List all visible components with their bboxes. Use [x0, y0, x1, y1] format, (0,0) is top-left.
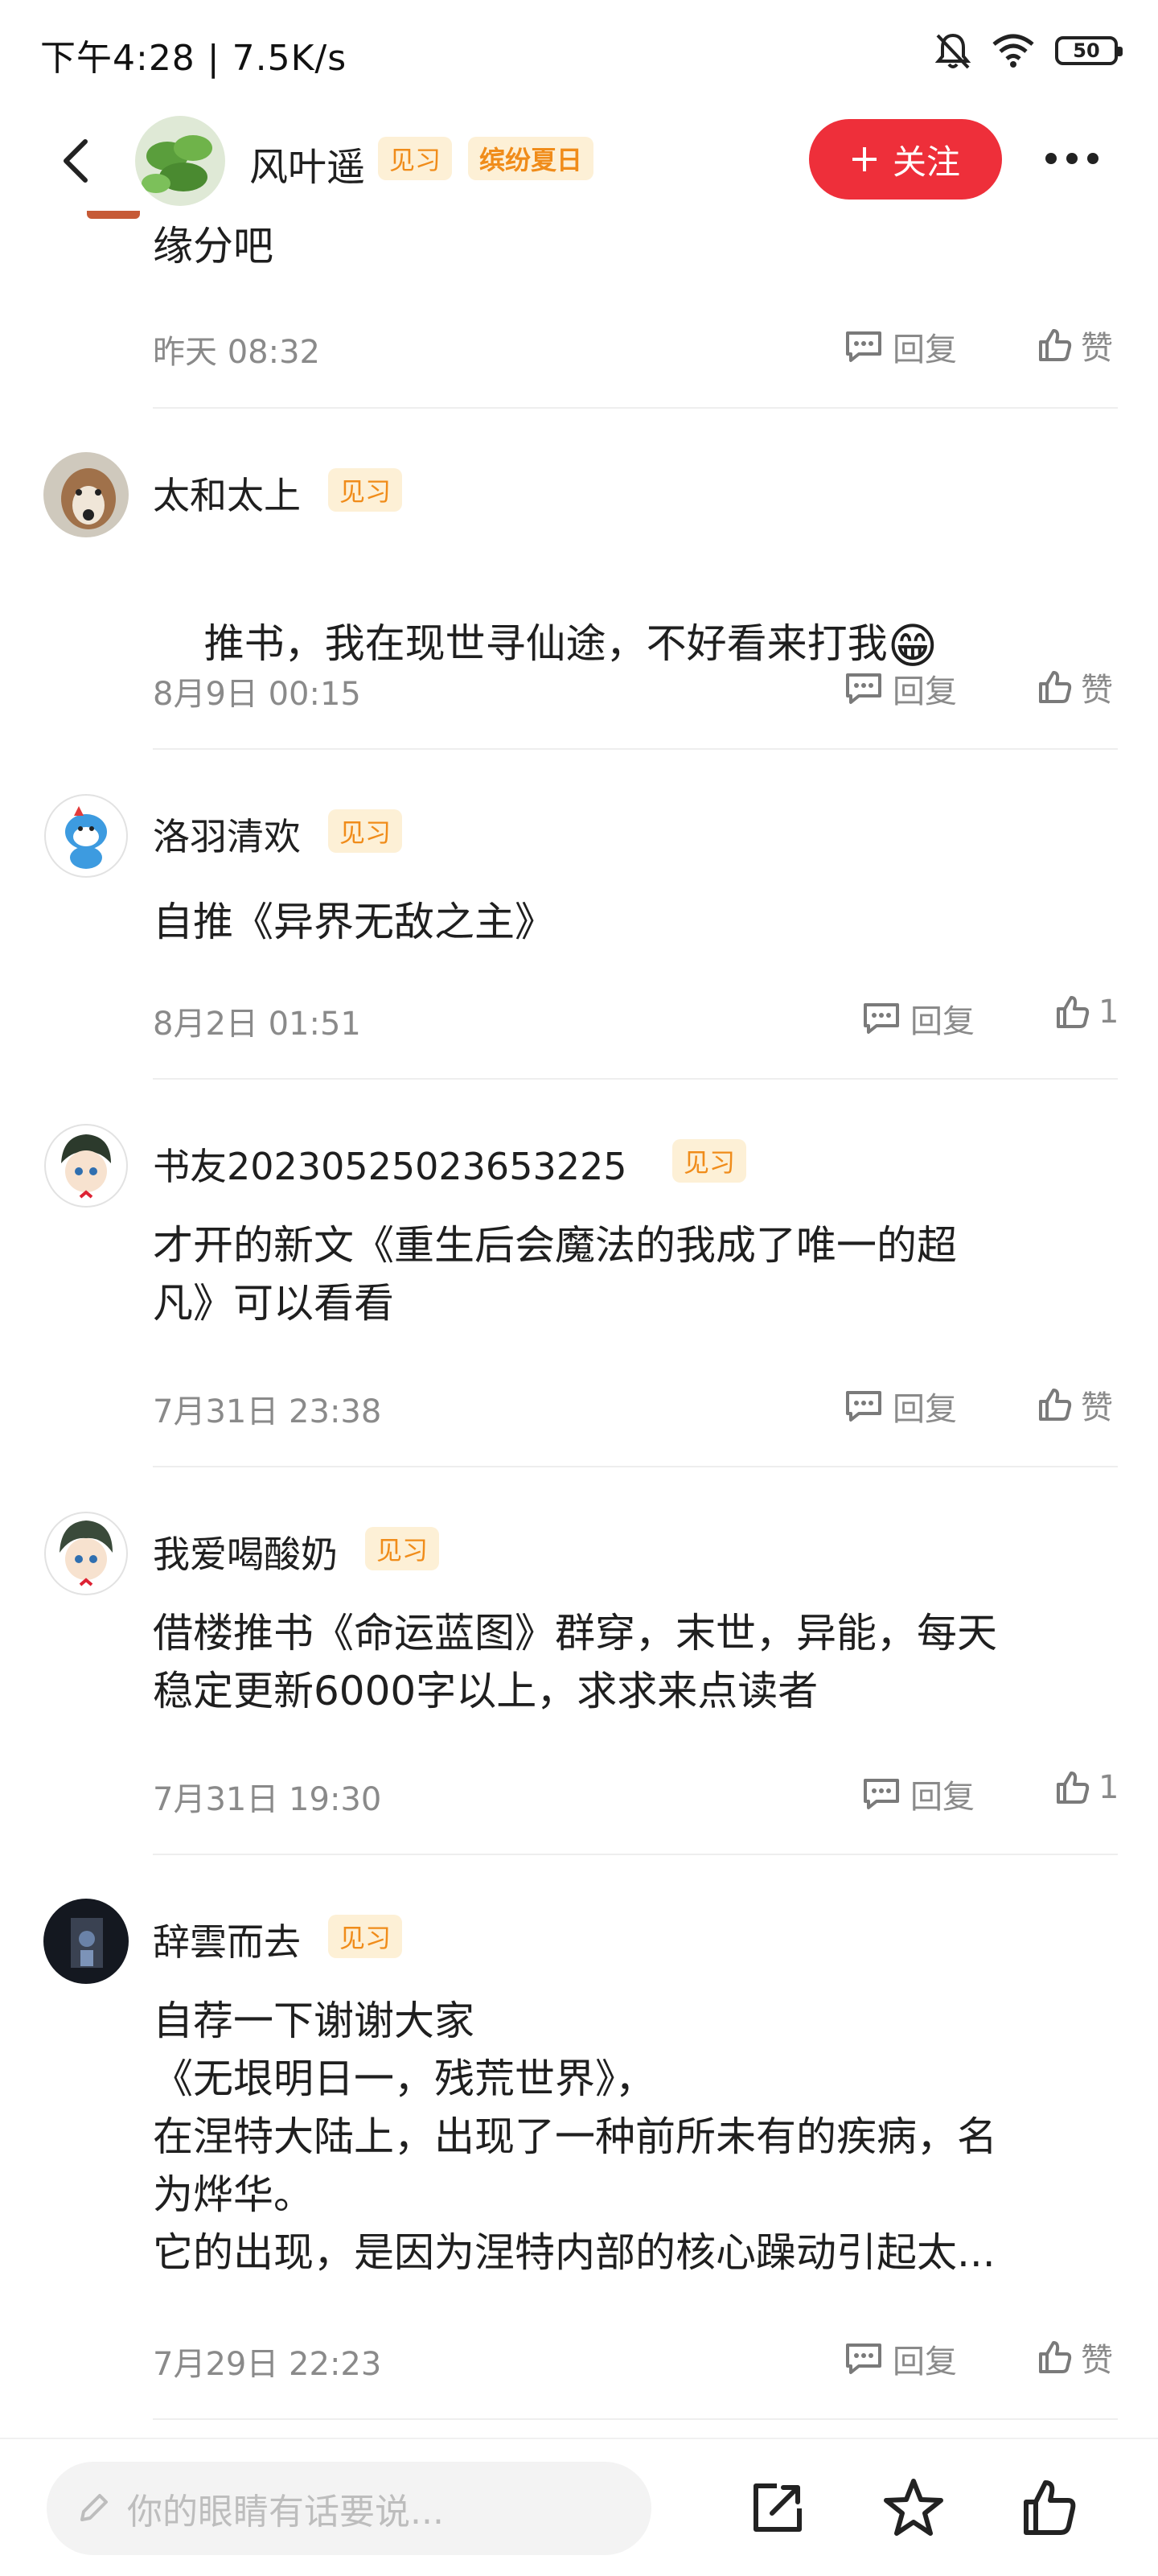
commenter-avatar[interactable] — [43, 452, 129, 537]
like-label: 赞 — [1081, 1389, 1113, 1426]
level-tag: 见习 — [672, 1139, 747, 1183]
wifi-icon — [992, 34, 1034, 68]
comment-input-placeholder: 你的眼睛有话要说... — [127, 2492, 444, 2533]
reply-button[interactable]: 回复 — [844, 1383, 957, 1430]
level-tag: 见习 — [328, 809, 403, 853]
like-count: 1 — [1098, 994, 1119, 1031]
battery-icon: 50 — [1055, 36, 1123, 65]
level-tag: 见习 — [365, 1527, 440, 1570]
divider — [153, 407, 1118, 409]
author-name[interactable]: 风叶遥 — [249, 135, 365, 191]
status-time-speed: 下午4:28 | 7.5K/s — [40, 38, 347, 79]
comment-bubble-icon — [846, 673, 881, 704]
like-button[interactable]: 赞 — [1037, 664, 1113, 710]
commenter-avatar[interactable] — [43, 1511, 129, 1596]
comment-time: 7月31日 19:30 — [153, 1781, 382, 1818]
reply-label: 回复 — [893, 1391, 957, 1428]
comment-time: 7月31日 23:38 — [153, 1393, 382, 1430]
divider — [153, 1466, 1118, 1467]
level-tag: 见习 — [328, 468, 403, 512]
like-button[interactable]: 1 — [1055, 1769, 1119, 1806]
like-label: 赞 — [1081, 2342, 1113, 2379]
comment-text: 缘分吧 — [153, 223, 273, 270]
reply-label: 回复 — [893, 673, 957, 710]
reply-button[interactable]: 回复 — [862, 1771, 975, 1817]
reply-button[interactable]: 回复 — [862, 995, 975, 1042]
author-avatar[interactable] — [135, 116, 225, 206]
comment-time: 8月2日 01:51 — [153, 1006, 361, 1043]
star-icon[interactable] — [883, 2478, 944, 2537]
thumbs-up-icon — [1057, 1772, 1090, 1804]
thumbs-up-icon — [1039, 2341, 1072, 2373]
like-count: 1 — [1098, 1769, 1119, 1806]
comment-text: 自荐一下谢谢大家 《无垠明日一，残荒世界》， 在涅特大陆上，出现了一种前所未有的… — [153, 1998, 997, 2276]
comment-time: 7月29日 22:23 — [153, 2346, 382, 2383]
reply-label: 回复 — [893, 2344, 957, 2381]
comment-input[interactable]: 你的眼睛有话要说... — [47, 2462, 651, 2555]
comment-text: 才开的新文《重生后会魔法的我成了唯一的超 凡》可以看看 — [153, 1222, 957, 1327]
author-event-tag: 缤纷夏日 — [468, 137, 594, 180]
battery-level: 50 — [1073, 39, 1100, 62]
comment-time: 8月9日 00:15 — [153, 676, 361, 713]
commenter-avatar[interactable] — [43, 1899, 129, 1984]
reply-button[interactable]: 回复 — [844, 2335, 957, 2382]
reply-label: 回复 — [910, 1003, 975, 1040]
comment-time: 昨天 08:32 — [153, 334, 320, 371]
commenter-avatar[interactable] — [43, 1123, 129, 1208]
thumbs-up-icon — [1057, 996, 1090, 1028]
like-button[interactable]: 1 — [1055, 994, 1119, 1031]
thumbs-up-icon — [1039, 1389, 1072, 1421]
partial-avatar-edge — [87, 211, 140, 219]
comment-bubble-icon — [864, 1003, 899, 1034]
comment-bubble-icon — [846, 1391, 881, 1422]
reply-label: 回复 — [893, 331, 957, 368]
author-level-tag: 见习 — [378, 137, 453, 180]
divider — [153, 1854, 1118, 1855]
commenter-name[interactable]: 我爱喝酸奶 — [153, 1525, 338, 1578]
thumbs-up-icon[interactable] — [1021, 2478, 1078, 2537]
comment-bubble-icon — [846, 331, 881, 362]
comment-text: 借楼推书《命运蓝图》群穿，末世，异能，每天 稳定更新6000字以上，求求来点读者 — [153, 1610, 997, 1714]
comment-bubble-icon — [846, 2344, 881, 2374]
reply-button[interactable]: 回复 — [844, 323, 957, 370]
header: 风叶遥 见习 缤纷夏日 关注 — [0, 113, 1158, 209]
divider — [153, 748, 1118, 750]
status-bar: 下午4:28 | 7.5K/s 50 — [0, 0, 1158, 105]
like-button[interactable]: 赞 — [1037, 322, 1113, 368]
follow-button[interactable]: 关注 — [809, 119, 1002, 200]
reply-label: 回复 — [910, 1779, 975, 1816]
commenter-name[interactable]: 太和太上 — [153, 467, 301, 520]
follow-label: 关注 — [892, 142, 960, 182]
divider — [153, 1078, 1118, 1080]
bottom-bar: 你的眼睛有话要说... — [0, 2438, 1158, 2576]
back-arrow-icon[interactable] — [56, 137, 96, 185]
share-icon[interactable] — [748, 2478, 807, 2537]
like-label: 赞 — [1081, 330, 1113, 367]
like-button[interactable]: 赞 — [1037, 2334, 1113, 2381]
commenter-name[interactable]: 书友20230525023653225 — [153, 1138, 627, 1191]
commenter-name[interactable]: 辞雲而去 — [153, 1913, 301, 1966]
plus-icon — [852, 147, 877, 171]
comment-text: 自推《异界无敌之主》 — [153, 899, 555, 945]
comment-text: 推书，我在现世寻仙途，不好看来打我 — [203, 620, 888, 667]
level-tag: 见习 — [328, 1915, 403, 1958]
status-icons: 50 — [934, 31, 1123, 71]
comment-bubble-icon — [864, 1779, 899, 1809]
thumbs-up-icon — [1039, 671, 1072, 703]
divider — [153, 2418, 1118, 2420]
reply-button[interactable]: 回复 — [844, 665, 957, 712]
like-label: 赞 — [1081, 672, 1113, 709]
commenter-name[interactable]: 洛羽清欢 — [153, 808, 301, 861]
thumbs-up-icon — [1039, 329, 1072, 361]
pencil-icon — [80, 2494, 108, 2521]
more-icon[interactable] — [1045, 153, 1098, 164]
like-button[interactable]: 赞 — [1037, 1381, 1113, 1428]
commenter-avatar[interactable] — [43, 793, 129, 879]
mute-bell-icon — [934, 33, 971, 69]
